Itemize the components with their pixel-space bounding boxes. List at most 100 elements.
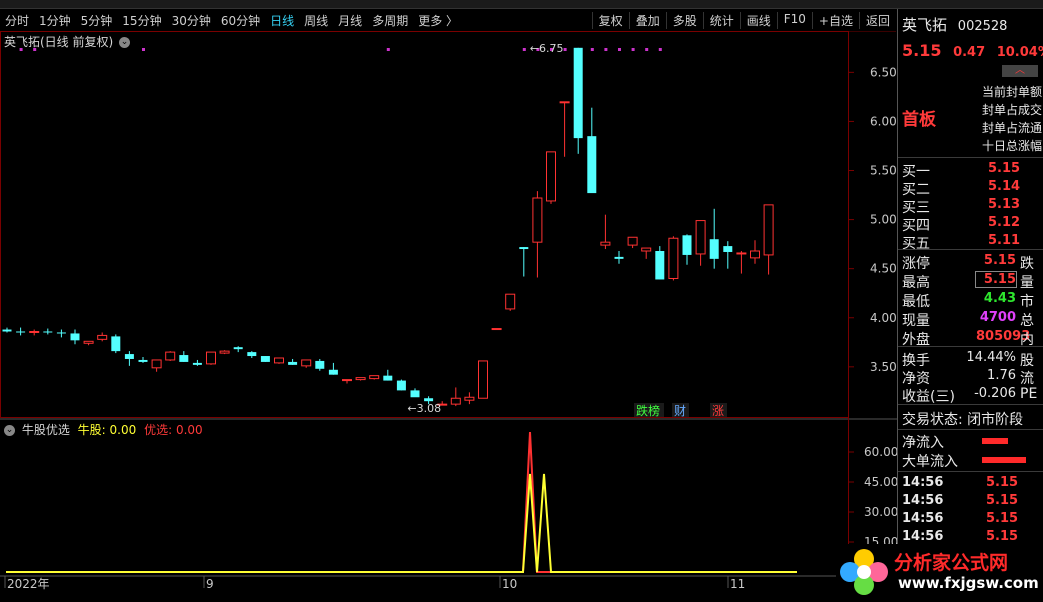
stat-value-4: 805093 (976, 329, 1031, 344)
stat2-label-2: 收益(三) (902, 389, 955, 405)
signal-dot-1-10 (142, 48, 145, 51)
candle-7 (97, 332, 108, 342)
buy-label-0: 买一 (902, 164, 930, 180)
event-tag-0[interactable]: 跌榜 (636, 403, 660, 418)
stat2-value-0: 14.44% (966, 350, 1016, 365)
last-price: 5.15 (902, 41, 942, 60)
period-tab-10[interactable]: 更多 〉 (413, 12, 463, 29)
candle-49 (668, 236, 679, 281)
candle-29 (396, 379, 406, 391)
tick-price-3: 5.15 (986, 529, 1019, 544)
period-tab-4[interactable]: 30分钟 (167, 12, 216, 29)
candle-25 (342, 379, 352, 384)
candle-56 (763, 204, 774, 275)
trade-status: 交易状态: 闭市阶段 (902, 412, 1024, 428)
candle-39 (532, 191, 543, 278)
candle-11 (151, 359, 162, 372)
toolbar-button-4[interactable]: 画线 (739, 11, 777, 29)
toolbar-button-1[interactable]: 叠加 (628, 11, 666, 29)
stat2-label-0: 换手 (902, 353, 930, 369)
candle-4 (56, 329, 66, 338)
seal-line-3: 十日总涨幅 (982, 139, 1043, 153)
stat2-label-1: 净资 (902, 371, 930, 387)
stock-name: 英飞拓 (902, 16, 948, 34)
top-strip (0, 0, 1043, 9)
event-tag-1[interactable]: 财 (674, 404, 686, 418)
candle-8 (111, 334, 121, 354)
buy-price-3: 5.12 (988, 215, 1021, 230)
price-change-pct: 10.04% (996, 45, 1043, 60)
candle-17 (233, 346, 243, 353)
signal-dot-4-41 (563, 48, 567, 51)
y-tick-label-4: 4.50 (870, 262, 897, 276)
toolbar-button-5[interactable]: F10 (776, 11, 812, 29)
event-tag-2[interactable]: 涨 (712, 403, 724, 418)
toolbar-button-3[interactable]: 统计 (702, 11, 740, 29)
ind-series-0 (6, 431, 797, 573)
flow-label-1: 大单流入 (902, 454, 958, 470)
stock-code: 002528 (957, 19, 1008, 34)
youxuan-label: 优选: (144, 423, 173, 437)
toolbar-button-0[interactable]: 复权 (591, 11, 629, 29)
signal-dot-6-46 (631, 48, 635, 51)
y-tick-label-3: 5.00 (870, 213, 897, 227)
x-tick-label-2: 10 (502, 577, 517, 591)
stat-label-2: 最低 (902, 294, 930, 310)
stat2-suffix-1: 流 (1020, 371, 1034, 387)
watermark-url: www.fxjgsw.com (898, 574, 1039, 592)
candle-55 (750, 240, 760, 264)
period-tab-3[interactable]: 15分钟 (117, 12, 166, 29)
buy-label-3: 买四 (902, 218, 930, 234)
toolbar-button-7[interactable]: 返回 (858, 11, 896, 29)
candle-14 (192, 359, 202, 366)
price-row: 5.15 0.47 10.04% (902, 41, 1043, 60)
tick-time-1: 14:56 (902, 493, 944, 508)
period-tab-2[interactable]: 5分钟 (76, 12, 118, 29)
chevron-down-icon[interactable]: ⌄ (119, 37, 131, 48)
candle-2 (29, 329, 40, 336)
toolbar-button-2[interactable]: 多股 (665, 11, 703, 29)
indicator-name: 牛股优选 (21, 423, 70, 437)
candle-0 (2, 327, 12, 333)
signal-dot-6-45 (618, 48, 621, 51)
period-tab-8[interactable]: 月线 (333, 12, 367, 29)
period-tab-5[interactable]: 60分钟 (216, 12, 265, 29)
seal-line-1: 封单占成交 (982, 103, 1043, 117)
candle-40 (546, 151, 556, 204)
stat-suffix-2: 市 (1020, 294, 1034, 310)
chevron-down-icon[interactable]: ⌄ (4, 425, 15, 436)
candle-48 (655, 246, 665, 280)
candle-5 (70, 329, 80, 345)
tick-price-0: 5.15 (986, 475, 1019, 490)
tick-price-1: 5.15 (986, 493, 1019, 508)
flow-bar-1 (982, 457, 1026, 463)
candle-16 (219, 350, 230, 355)
period-tab-6[interactable]: 日线 (265, 12, 299, 29)
candle-15 (206, 351, 216, 365)
period-tab-7[interactable]: 周线 (299, 12, 333, 29)
candle-43 (587, 107, 597, 194)
candle-51 (695, 220, 706, 266)
candle-19 (260, 356, 270, 362)
toolbar-button-6[interactable]: +自选 (811, 11, 859, 29)
period-tab-9[interactable]: 多周期 (367, 12, 413, 29)
collapse-icon[interactable]: ︿ (1002, 65, 1038, 77)
candle-54 (736, 251, 747, 274)
buy-label-1: 买二 (902, 182, 930, 198)
flow-label-0: 净流入 (902, 435, 944, 451)
stock-header: 英飞拓 002528 (902, 14, 1007, 35)
stat-label-3: 现量 (902, 313, 930, 329)
main-chart-title-text: 英飞拓(日线 前复权) (4, 35, 114, 49)
candle-12 (165, 351, 176, 361)
candle-18 (247, 351, 257, 358)
stat-value-0: 5.15 (983, 253, 1016, 268)
candle-46 (627, 236, 638, 249)
period-tab-1[interactable]: 1分钟 (34, 12, 76, 29)
ind-y-tick-label-0: 60.00 (864, 445, 897, 459)
buy-price-4: 5.11 (988, 233, 1021, 248)
youxuan-value: 0.00 (175, 423, 203, 437)
x-tick-label-3: 11 (730, 577, 745, 591)
candle-9 (124, 351, 134, 366)
period-tab-0[interactable]: 分时 (0, 12, 34, 29)
stat-label-1: 最高 (902, 275, 930, 291)
